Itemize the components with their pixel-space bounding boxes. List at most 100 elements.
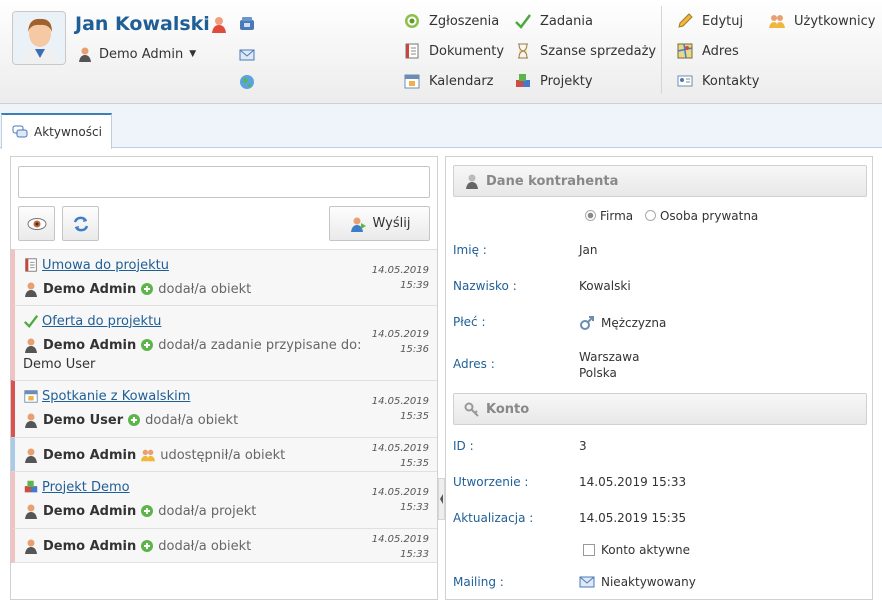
user-icon bbox=[79, 47, 91, 62]
list-item: Spotkanie z Kowalskim Demo User dodał/a … bbox=[11, 380, 437, 437]
radio-osoba-prywatna[interactable]: Osoba prywatna bbox=[644, 209, 758, 223]
send-button[interactable]: Wyślij bbox=[329, 206, 430, 241]
users-icon bbox=[769, 15, 785, 28]
entry-meta: Demo Admin dodał/a obiekt bbox=[23, 538, 251, 554]
id-label: ID : bbox=[453, 439, 474, 453]
add-icon bbox=[141, 339, 154, 351]
calendar-icon bbox=[24, 390, 38, 403]
add-icon bbox=[141, 540, 154, 552]
phone-icon[interactable] bbox=[238, 15, 256, 33]
menu-label: Kalendarz bbox=[429, 73, 494, 89]
menu-label: Zgłoszenia bbox=[429, 13, 500, 29]
entry-user[interactable]: Demo User bbox=[43, 413, 123, 428]
menu-kontakty[interactable]: Kontakty bbox=[676, 72, 759, 90]
checkmark-icon bbox=[515, 14, 531, 29]
entry-user[interactable]: Demo Admin bbox=[43, 539, 136, 554]
entry-user[interactable]: Demo Admin bbox=[43, 448, 136, 463]
tab-activity[interactable]: Aktywności bbox=[1, 113, 112, 149]
entry-title[interactable]: Projekt Demo bbox=[23, 479, 130, 495]
entry-action: dodał/a obiekt bbox=[158, 538, 252, 554]
menu-adres[interactable]: Adres bbox=[676, 42, 739, 60]
entry-action: dodał/a obiekt bbox=[145, 412, 239, 428]
entry-link[interactable]: Projekt Demo bbox=[42, 480, 130, 495]
section-account[interactable]: Konto bbox=[453, 393, 867, 425]
entry-user[interactable]: Demo Admin bbox=[43, 338, 136, 353]
mailing-value: Nieaktywowany bbox=[579, 574, 696, 590]
document-icon bbox=[25, 258, 37, 272]
entry-user[interactable]: Demo Admin bbox=[43, 504, 136, 519]
entry-title[interactable]: Spotkanie z Kowalskim bbox=[23, 388, 190, 404]
created-value: 14.05.2019 15:33 bbox=[579, 475, 687, 489]
entry-title[interactable]: Umowa do projektu bbox=[23, 257, 169, 273]
menu-uzytkownicy[interactable]: Użytkownicy bbox=[768, 12, 875, 30]
mail-icon[interactable] bbox=[238, 46, 256, 64]
menu-projekty[interactable]: Projekty bbox=[514, 72, 593, 90]
pencil-icon bbox=[678, 13, 693, 28]
section-title: Dane kontrahenta bbox=[486, 173, 619, 189]
user-send-icon bbox=[350, 217, 366, 232]
panel-splitter[interactable] bbox=[438, 478, 445, 520]
eye-icon bbox=[27, 217, 46, 230]
first-name-value: Jan bbox=[579, 243, 598, 257]
user-icon bbox=[25, 282, 37, 297]
add-icon bbox=[128, 414, 141, 426]
checkmark-icon bbox=[23, 315, 39, 329]
list-item: Demo Admin udostępnił/a obiekt 14.05.201… bbox=[11, 437, 437, 471]
created-label: Utworzenie : bbox=[453, 475, 529, 489]
address-country: Polska bbox=[579, 366, 617, 380]
map-icon bbox=[677, 43, 693, 59]
entry-action: udostępnił/a obiekt bbox=[160, 447, 286, 463]
updated-label: Aktualizacja : bbox=[453, 511, 534, 525]
entry-action: dodał/a obiekt bbox=[158, 281, 252, 297]
first-name-label: Imię : bbox=[453, 243, 487, 257]
menu-label: Adres bbox=[702, 43, 739, 59]
message-input[interactable] bbox=[18, 166, 430, 198]
entry-link[interactable]: Spotkanie z Kowalskim bbox=[42, 389, 190, 404]
menu-dokumenty[interactable]: Dokumenty bbox=[403, 42, 504, 60]
menu-edytuj[interactable]: Edytuj bbox=[676, 12, 743, 30]
entry-assignee: Demo User bbox=[23, 357, 96, 372]
account-active-label: Konto aktywne bbox=[601, 543, 690, 557]
chevron-down-icon: ▼ bbox=[189, 49, 197, 59]
menu-kalendarz[interactable]: Kalendarz bbox=[403, 72, 494, 90]
section-contractor[interactable]: Dane kontrahenta bbox=[453, 165, 867, 197]
entry-meta: Demo User dodał/a obiekt bbox=[23, 412, 238, 428]
view-button[interactable] bbox=[18, 206, 55, 241]
menu-zadania[interactable]: Zadania bbox=[514, 12, 593, 30]
mailing-label: Mailing : bbox=[453, 575, 504, 589]
list-item: Projekt Demo Demo Admin dodał/a projekt … bbox=[11, 471, 437, 528]
role-label: Demo Admin bbox=[99, 46, 184, 62]
entry-timestamp: 14.05.2019 15:35 bbox=[371, 396, 429, 422]
entry-title[interactable]: Oferta do projektu bbox=[23, 313, 161, 329]
person-icon[interactable] bbox=[210, 15, 228, 33]
menu-szanse-sprzedazy[interactable]: Szanse sprzedaży bbox=[514, 42, 656, 60]
globe-icon[interactable] bbox=[238, 73, 256, 91]
section-title: Konto bbox=[486, 401, 530, 417]
account-active-checkbox[interactable]: Konto aktywne bbox=[583, 543, 690, 557]
entry-timestamp: 14.05.2019 15:33 bbox=[371, 534, 429, 560]
list-item: Umowa do projektu Demo Admin dodał/a obi… bbox=[11, 249, 437, 305]
entry-link[interactable]: Umowa do projektu bbox=[42, 258, 169, 273]
entry-user[interactable]: Demo Admin bbox=[43, 282, 136, 297]
menu-label: Użytkownicy bbox=[794, 13, 876, 29]
entry-link[interactable]: Oferta do projektu bbox=[42, 314, 161, 329]
user-icon bbox=[25, 338, 37, 353]
contractor-type: Firma Osoba prywatna bbox=[585, 209, 758, 223]
user-name: Jan Kowalski bbox=[75, 13, 210, 35]
cubes-icon bbox=[24, 480, 38, 493]
id-value: 3 bbox=[579, 439, 587, 453]
menu-zgloszenia[interactable]: Zgłoszenia bbox=[403, 12, 499, 30]
calendar-icon bbox=[404, 74, 420, 89]
entry-timestamp: 14.05.2019 15:36 bbox=[371, 329, 429, 355]
refresh-button[interactable] bbox=[62, 206, 99, 241]
target-icon bbox=[405, 14, 419, 28]
avatar[interactable] bbox=[12, 11, 66, 65]
entry-meta: Demo Admin udostępnił/a obiekt bbox=[23, 447, 285, 463]
entry-meta: Demo Admin dodał/a obiekt bbox=[23, 281, 251, 297]
entry-timestamp: 14.05.2019 15:39 bbox=[371, 265, 429, 291]
radio-firma[interactable]: Firma bbox=[585, 209, 633, 223]
activity-panel: Wyślij Umowa do projektu Demo Admin doda… bbox=[10, 156, 438, 600]
role-selector[interactable]: Demo Admin ▼ bbox=[77, 46, 196, 62]
cubes-icon bbox=[516, 74, 530, 87]
header: Jan Kowalski Demo Admin ▼ Zgłoszenia Dok… bbox=[0, 0, 882, 104]
